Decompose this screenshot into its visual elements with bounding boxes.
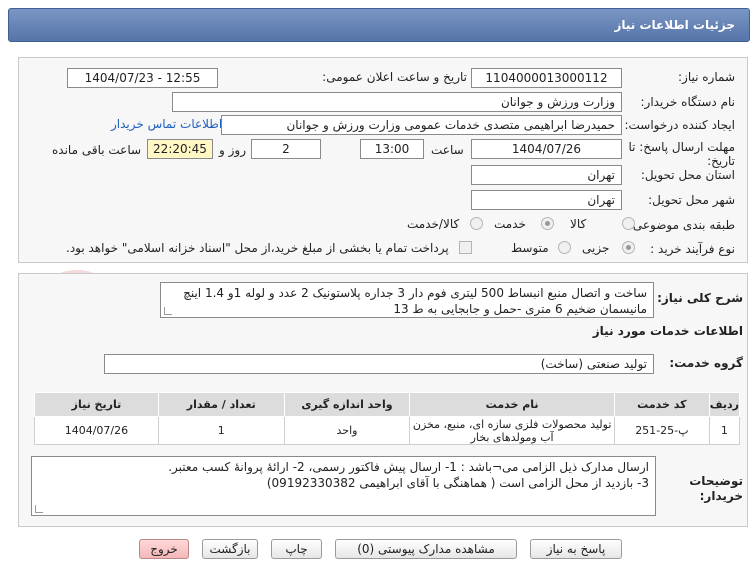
requester-field: حمیدرضا ابراهیمی متصدی خدمات عمومی وزارت… — [221, 115, 622, 135]
col-header-need-date: تاریخ نیاز — [34, 392, 159, 417]
deadline-days-field: 2 — [251, 139, 321, 159]
process-radio-minor[interactable] — [622, 241, 635, 254]
category-option-service: خدمت — [494, 217, 526, 231]
deadline-days-label: روز و — [219, 143, 246, 157]
cell-service-code: پ-25-251 — [613, 416, 710, 445]
services-table: ردیف کد خدمت نام خدمت واحد اندازه گیری ت… — [34, 392, 741, 445]
process-option-medium: متوسط — [511, 241, 549, 255]
deadline-label: مهلت ارسال پاسخ: تا — [628, 140, 735, 154]
category-option-goods-service: کالا/خدمت — [407, 217, 460, 231]
view-attachments-button[interactable]: مشاهده مدارک پیوستی (0) — [335, 539, 517, 559]
remaining-time-label: ساعت باقی مانده — [52, 143, 142, 157]
reply-button[interactable]: پاسخ به نیاز — [530, 539, 622, 559]
deadline-time-label: ساعت — [431, 143, 464, 157]
resize-handle-icon[interactable] — [35, 505, 43, 513]
deadline-date-field: 1404/07/26 — [471, 139, 622, 159]
category-radio-service[interactable] — [541, 217, 554, 230]
requester-label: ایجاد کننده درخواست: — [624, 118, 735, 132]
col-header-unit: واحد اندازه گیری — [283, 392, 411, 417]
city-field: تهران — [471, 190, 622, 210]
buyer-org-label: نام دستگاه خریدار: — [640, 95, 736, 109]
need-summary-textarea[interactable]: ساخت و اتصال منبع انبساط 500 لیتری فوم د… — [160, 282, 654, 318]
need-summary-label: شرح کلی نیاز: — [657, 291, 743, 305]
category-radio-goods-service[interactable] — [470, 217, 483, 230]
treasury-payment-note: پرداخت تمام یا بخشی از مبلغ خرید،از محل … — [66, 241, 449, 255]
col-header-quantity: تعداد / مقدار — [157, 392, 285, 417]
buyer-contact-link[interactable]: اطلاعات تماس خریدار — [111, 117, 222, 131]
need-number-label: شماره نیاز: — [678, 70, 735, 84]
process-label: نوع فرآیند خرید : — [650, 242, 735, 256]
col-header-service-name: نام خدمت — [409, 392, 615, 417]
city-label: شهر محل تحویل: — [648, 193, 735, 207]
need-summary-text: ساخت و اتصال منبع انبساط 500 لیتری فوم د… — [183, 286, 647, 316]
announce-date-label: تاریخ و ساعت اعلان عمومی: — [322, 70, 467, 84]
back-button[interactable]: بازگشت — [202, 539, 258, 559]
print-button[interactable]: چاپ — [271, 539, 322, 559]
exit-button[interactable]: خروج — [139, 539, 189, 559]
buyer-notes-label-2: خریدار: — [699, 489, 743, 503]
col-header-row-number: ردیف — [708, 392, 741, 417]
page-title: جزئیات اطلاعات نیاز — [614, 18, 735, 32]
announce-date-field: 1404/07/23 - 12:55 — [67, 68, 218, 88]
treasury-payment-checkbox[interactable] — [459, 241, 472, 254]
need-number-field: 1104000013000112 — [471, 68, 622, 88]
col-header-service-code: کد خدمت — [613, 392, 710, 417]
table-header-row: ردیف کد خدمت نام خدمت واحد اندازه گیری ت… — [34, 392, 741, 417]
category-option-goods: کالا — [570, 217, 587, 231]
province-label: استان محل تحویل: — [640, 168, 735, 182]
process-option-minor: جزیی — [582, 241, 610, 255]
service-group-field: تولید صنعتی (ساخت) — [104, 354, 654, 374]
buyer-notes-label: توضیحات — [689, 474, 743, 488]
cell-quantity: 1 — [157, 416, 285, 445]
buyer-org-field: وزارت ورزش و جوانان — [172, 92, 622, 112]
page-header: جزئیات اطلاعات نیاز — [8, 8, 750, 42]
cell-need-date: 1404/07/26 — [34, 416, 159, 445]
table-row: 1 پ-25-251 تولید محصولات فلزی سازه ای، م… — [34, 416, 741, 445]
resize-handle-icon[interactable] — [164, 307, 172, 315]
province-field: تهران — [471, 165, 622, 185]
category-label: طبقه بندی موضوعی: — [628, 218, 735, 232]
process-radio-medium[interactable] — [558, 241, 571, 254]
buyer-notes-line-2: 3- بازدید از محل الزامی است ( هماهنگی با… — [266, 476, 649, 490]
buyer-notes-textarea[interactable]: ارسال مدارک ذیل الزامی می¬باشد : 1- ارسا… — [31, 456, 656, 516]
cell-unit: واحد — [283, 416, 411, 445]
service-group-label: گروه خدمت: — [669, 356, 743, 370]
category-radio-goods[interactable] — [622, 217, 635, 230]
services-section-title: اطلاعات خدمات مورد نیاز — [592, 324, 743, 338]
buyer-notes-line-1: ارسال مدارک ذیل الزامی می¬باشد : 1- ارسا… — [168, 460, 649, 474]
remaining-time-field: 22:20:45 — [147, 139, 213, 159]
deadline-time-field: 13:00 — [360, 139, 424, 159]
cell-service-name: تولید محصولات فلزی سازه ای، منبع، مخزن آ… — [409, 416, 615, 445]
deadline-label-date: تاریخ: — [707, 154, 735, 168]
cell-row-number: 1 — [708, 416, 741, 445]
